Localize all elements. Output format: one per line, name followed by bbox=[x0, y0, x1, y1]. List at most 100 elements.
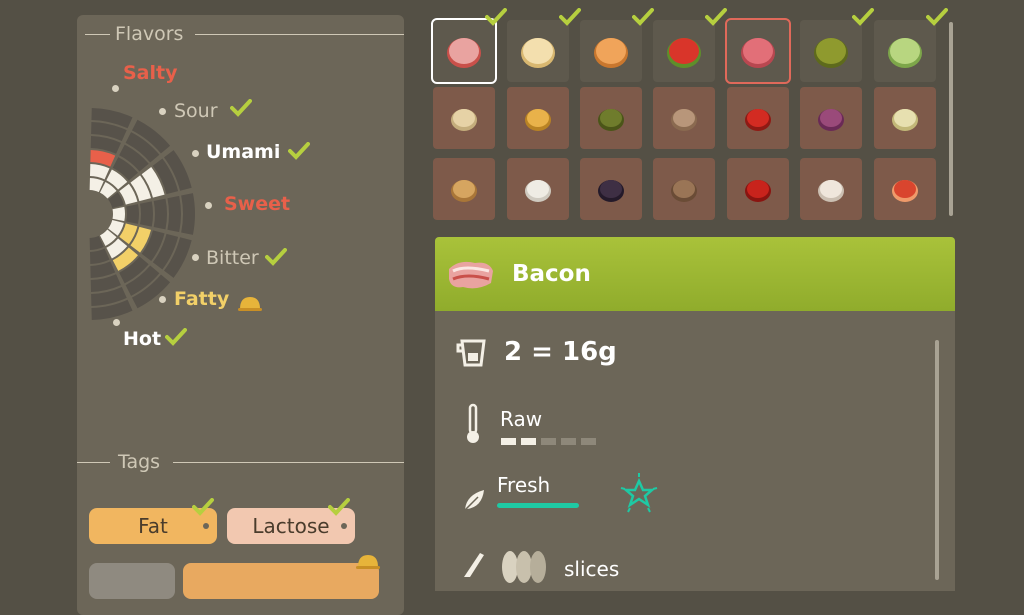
garlic-icon bbox=[818, 180, 844, 202]
ingredient-detail-header: Bacon bbox=[435, 237, 955, 311]
ingredient-slot[interactable] bbox=[433, 87, 495, 149]
ingredient-slot[interactable] bbox=[507, 20, 569, 82]
knife-icon bbox=[464, 553, 484, 577]
ingredient-slot[interactable] bbox=[800, 20, 862, 82]
flavors-title: Flavors bbox=[115, 23, 184, 45]
flavor-wheel-segment bbox=[112, 206, 125, 222]
check-icon bbox=[705, 8, 727, 26]
ingredient-slot[interactable] bbox=[580, 20, 642, 82]
ingredient-slot[interactable] bbox=[727, 87, 789, 149]
ingredient-slot[interactable] bbox=[507, 158, 569, 220]
flavor-salty: Salty bbox=[123, 62, 178, 84]
flavor-sour: Sour bbox=[174, 100, 218, 122]
pickle-icon bbox=[814, 38, 848, 68]
cook-level-bar bbox=[501, 438, 597, 445]
lettuce-icon bbox=[888, 38, 922, 68]
flavors-header: Flavors bbox=[77, 23, 404, 45]
cook-state: Raw bbox=[500, 407, 543, 431]
freshness-bar bbox=[497, 503, 579, 508]
tomato-icon bbox=[667, 38, 701, 68]
ingredient-slot[interactable] bbox=[800, 87, 862, 149]
ingredient-slot[interactable] bbox=[433, 158, 495, 220]
bun-bottom-icon bbox=[521, 38, 555, 68]
ingredient-name: Bacon bbox=[512, 261, 591, 287]
check-icon bbox=[165, 328, 187, 346]
ingredient-slot[interactable] bbox=[431, 18, 497, 84]
tag-label: Fat bbox=[138, 514, 168, 538]
check-icon bbox=[852, 8, 874, 26]
flavor-bitter: Bitter bbox=[206, 247, 259, 269]
ingredient-slot[interactable] bbox=[507, 87, 569, 149]
ingredient-slot[interactable] bbox=[653, 20, 715, 82]
bacon-icon bbox=[447, 38, 481, 68]
ingredient-slot[interactable] bbox=[653, 158, 715, 220]
flavor-wheel-segment bbox=[89, 248, 110, 264]
check-icon bbox=[485, 8, 507, 26]
mozzarella-icon bbox=[525, 180, 551, 202]
bacon-icon bbox=[449, 261, 493, 289]
check-icon bbox=[559, 8, 581, 26]
check-icon bbox=[328, 498, 350, 516]
ketchup-icon bbox=[745, 180, 771, 202]
cut-type: slices bbox=[564, 557, 620, 581]
flavor-wheel-segment bbox=[167, 195, 182, 233]
ingredient-slot[interactable] bbox=[653, 87, 715, 149]
tags-title: Tags bbox=[118, 451, 161, 473]
detail-scrollbar[interactable] bbox=[935, 340, 939, 580]
leaf-icon bbox=[464, 490, 484, 511]
ingredient-slot[interactable] bbox=[727, 158, 789, 220]
flavor-wheel-segment bbox=[126, 204, 139, 224]
flavor-wheel-segment bbox=[89, 164, 110, 180]
thermometer-icon bbox=[467, 403, 479, 443]
grid-scrollbar[interactable] bbox=[949, 22, 953, 216]
check-icon bbox=[192, 498, 214, 516]
bread-dough-icon bbox=[451, 109, 477, 131]
ingredient-slot[interactable] bbox=[874, 20, 936, 82]
tags-header: Tags bbox=[77, 451, 404, 473]
check-icon bbox=[288, 142, 310, 160]
check-icon bbox=[230, 99, 252, 117]
black-olive-icon bbox=[598, 180, 624, 202]
ingredient-slot[interactable] bbox=[580, 158, 642, 220]
flavor-wheel-segment bbox=[153, 198, 167, 230]
ingredient-slot[interactable] bbox=[874, 158, 936, 220]
ingredient-slot[interactable] bbox=[725, 18, 791, 84]
flavor-wheel-segment bbox=[90, 261, 116, 278]
tomato-slice-icon bbox=[892, 180, 918, 202]
bun-top-icon bbox=[594, 38, 628, 68]
ingredient-slot[interactable] bbox=[800, 158, 862, 220]
tag-label: Lactose bbox=[252, 514, 330, 538]
helmet-icon bbox=[356, 555, 380, 569]
portion-weight: 2 = 16g bbox=[504, 337, 617, 367]
ingredient-slot[interactable] bbox=[580, 87, 642, 149]
mushroom-icon bbox=[671, 109, 697, 131]
onion-icon bbox=[892, 109, 918, 131]
ingredient-slot[interactable] bbox=[874, 87, 936, 149]
red-pepper-icon bbox=[745, 109, 771, 131]
slices-icon bbox=[502, 551, 546, 583]
cheese-block-icon bbox=[451, 180, 477, 202]
salami-icon bbox=[741, 38, 775, 68]
tag-partial[interactable] bbox=[89, 563, 175, 599]
sparkle-star-icon bbox=[620, 473, 658, 513]
check-icon bbox=[632, 8, 654, 26]
flavor-tags-panel: Flavors Salty Sour Umami Sweet Bitter Fa… bbox=[77, 15, 404, 615]
olive-icon bbox=[598, 109, 624, 131]
measuring-cup-icon bbox=[456, 339, 486, 367]
helmet-icon bbox=[238, 297, 262, 311]
freshness-state: Fresh bbox=[497, 473, 551, 497]
check-icon bbox=[926, 8, 948, 26]
flavor-wheel-segment bbox=[139, 201, 154, 227]
flavor-wheel-segment bbox=[181, 193, 195, 235]
tag-partial[interactable] bbox=[183, 563, 379, 599]
ingredient-detail-body: 2 = 16g Raw Fresh slices bbox=[435, 311, 955, 591]
flavor-fatty: Fatty bbox=[174, 288, 230, 310]
honey-icon bbox=[525, 109, 551, 131]
flavor-hot: Hot bbox=[123, 328, 162, 350]
red-onion-icon bbox=[818, 109, 844, 131]
shiitake-icon bbox=[671, 180, 697, 202]
flavor-wheel-segment bbox=[90, 150, 116, 167]
check-icon bbox=[265, 248, 287, 266]
flavor-umami: Umami bbox=[206, 141, 281, 163]
flavor-sweet: Sweet bbox=[224, 193, 291, 215]
